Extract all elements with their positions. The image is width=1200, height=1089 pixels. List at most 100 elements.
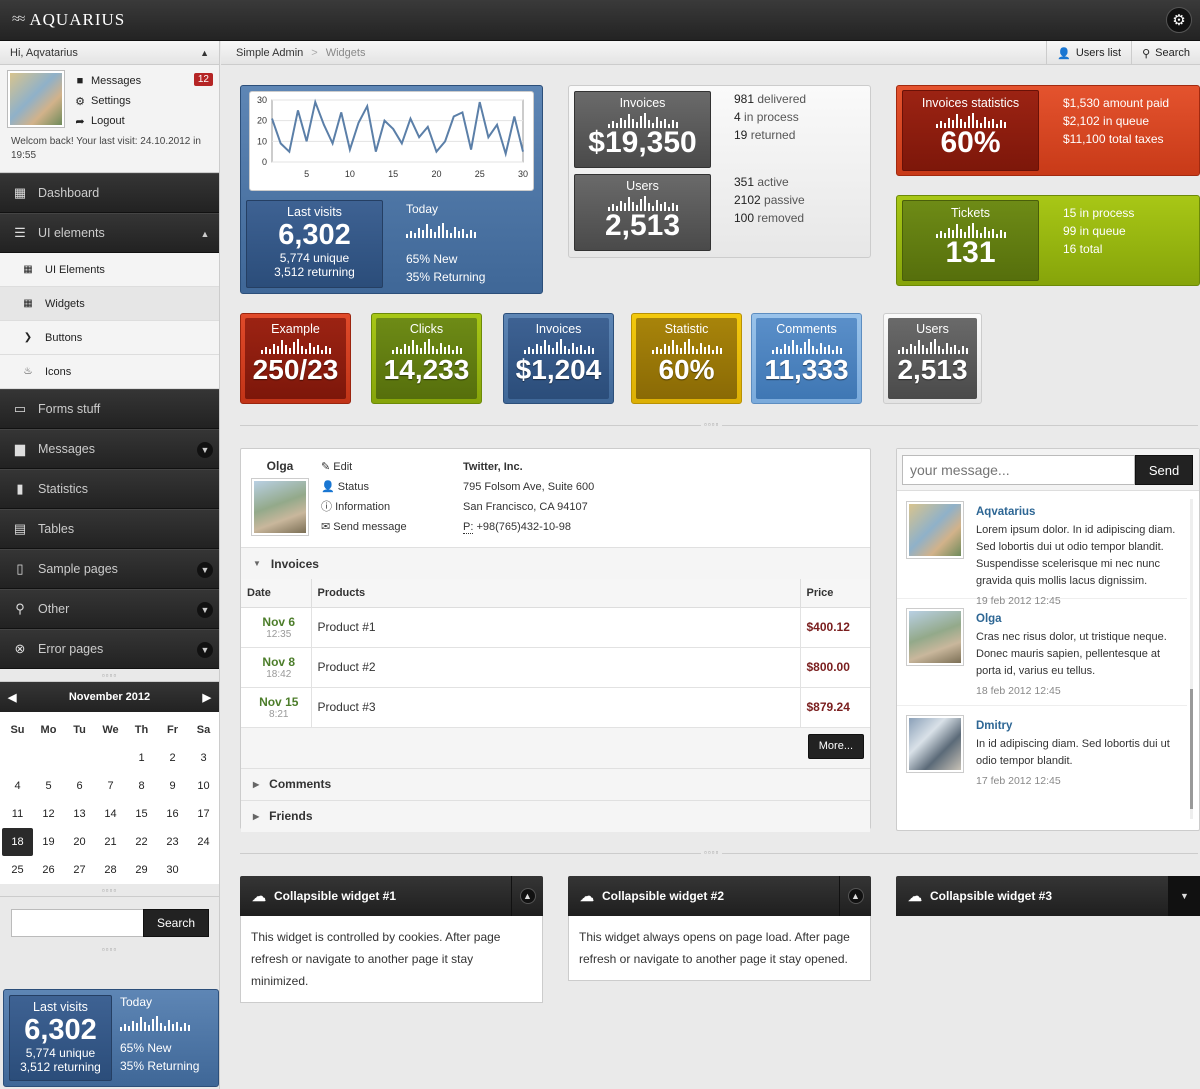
calendar-day[interactable]: 10 — [188, 772, 219, 800]
chevron-up-icon[interactable]: ▲ — [200, 48, 209, 58]
calendar-day[interactable]: 29 — [126, 856, 157, 884]
calendar-day[interactable]: 16 — [157, 800, 188, 828]
spark-bar — [655, 347, 658, 354]
invoices-statistics-counter[interactable]: Invoices statistics 60% — [902, 90, 1039, 171]
calendar-day[interactable]: 17 — [188, 800, 219, 828]
sub-widgets[interactable]: ▦ Widgets — [0, 287, 219, 321]
nav-ui-elements[interactable]: ☰ UI elements ▲ — [0, 213, 219, 253]
nav-forms[interactable]: ▭ Forms stuff — [0, 389, 219, 429]
more-button[interactable]: More... — [807, 733, 864, 759]
user-box: ■ Messages ⚙ Settings ➦ Logout 12 Welcom ba… — [0, 65, 219, 173]
calendar-day[interactable]: 27 — [64, 856, 95, 884]
company-address: Twitter, Inc. 795 Folsom Ave, Suite 600 … — [463, 461, 595, 534]
calendar-day[interactable]: 14 — [95, 800, 126, 828]
users-list-button[interactable]: 👤 Users list — [1046, 41, 1131, 65]
tile-statistic[interactable]: Statistic 60% — [631, 313, 742, 404]
nav-messages[interactable]: ▆ Messages ▼ — [0, 429, 219, 469]
calendar-day[interactable]: 22 — [126, 828, 157, 856]
collapse-toggle[interactable]: ▲ — [511, 876, 543, 916]
calendar-day[interactable]: 19 — [33, 828, 64, 856]
tile-comments[interactable]: Comments 11,333 — [751, 313, 862, 404]
logout-link[interactable]: ➦ Logout — [74, 111, 141, 131]
sub-buttons[interactable]: ❯ Buttons — [0, 321, 219, 355]
calendar-day[interactable]: 2 — [157, 744, 188, 772]
calendar-day[interactable]: 11 — [2, 800, 33, 828]
app-logo[interactable]: ≈≈ AQUARIUS — [12, 10, 125, 30]
settings-gear-button[interactable]: ⚙ — [1166, 7, 1192, 33]
chevron-down-icon[interactable]: ▼ — [197, 642, 213, 658]
calendar-day[interactable]: 8 — [126, 772, 157, 800]
profile-send-message-link[interactable]: ✉ Send message — [321, 517, 407, 537]
nav-sample-pages[interactable]: ▯ Sample pages ▼ — [0, 549, 219, 589]
tile-example[interactable]: Example 250/23 — [240, 313, 351, 404]
accordion-comments[interactable]: ▶ Comments — [241, 767, 870, 800]
invoices-counter[interactable]: Invoices $19,350 — [574, 91, 711, 168]
calendar-day[interactable]: 26 — [33, 856, 64, 884]
settings-link[interactable]: ⚙ Settings — [74, 91, 141, 111]
chevron-down-icon[interactable]: ▼ — [197, 602, 213, 618]
profile-status-link[interactable]: 👤 Status — [321, 477, 407, 497]
spark-bar — [811, 346, 814, 354]
search-button[interactable]: ⚲ Search — [1131, 41, 1200, 65]
accordion-friends[interactable]: ▶ Friends — [241, 799, 870, 832]
calendar-day[interactable]: 25 — [2, 856, 33, 884]
calendar-day[interactable]: 21 — [95, 828, 126, 856]
calendar-day[interactable]: 18 — [2, 828, 33, 856]
calendar-day[interactable]: 12 — [33, 800, 64, 828]
drag-handle[interactable]: ▫▫▫▫ — [0, 669, 219, 681]
nav-error-pages[interactable]: ⊗ Error pages ▼ — [0, 629, 219, 669]
users-counter[interactable]: Users 2,513 — [574, 174, 711, 251]
collapse-toggle[interactable]: ▲ — [839, 876, 871, 916]
chevron-down-icon[interactable]: ▼ — [197, 442, 213, 458]
chat-send-button[interactable]: Send — [1135, 455, 1193, 485]
accordion-invoices[interactable]: ▼ Invoices — [241, 547, 870, 579]
chevron-down-icon[interactable]: ▼ — [197, 562, 213, 578]
sub-icons[interactable]: ♨ Icons — [0, 355, 219, 389]
nav-tables[interactable]: ▤ Tables — [0, 509, 219, 549]
calendar-day[interactable]: 3 — [188, 744, 219, 772]
nav-dashboard[interactable]: ▦ Dashboard — [0, 173, 219, 213]
drag-handle[interactable]: ▫▫▫▫ — [0, 884, 219, 896]
calendar-day[interactable]: 9 — [157, 772, 188, 800]
drag-handle[interactable]: ▫▫▫▫ — [0, 943, 219, 955]
calendar-day[interactable]: 7 — [95, 772, 126, 800]
chevron-up-icon[interactable]: ▲ — [197, 226, 213, 242]
sidebar-search-button[interactable]: Search — [143, 909, 209, 937]
drag-handle[interactable]: ▫▫▫▫ — [701, 420, 723, 429]
calendar-day[interactable]: 30 — [157, 856, 188, 884]
calendar-day[interactable]: 20 — [64, 828, 95, 856]
tile-users[interactable]: Users 2,513 — [883, 313, 982, 404]
chat-message-input[interactable] — [902, 455, 1135, 485]
drag-handle[interactable]: ▫▫▫▫ — [701, 848, 723, 857]
greeting-bar[interactable]: Hi, Aqvatarius ▲ — [0, 41, 219, 65]
profile-information-link[interactable]: ⓘ Information — [321, 497, 407, 517]
sub-ui-elements[interactable]: ▦ UI Elements — [0, 253, 219, 287]
messages-link[interactable]: ■ Messages — [74, 71, 141, 91]
calendar-day[interactable]: 13 — [64, 800, 95, 828]
breadcrumb-root[interactable]: Simple Admin — [236, 47, 303, 59]
calendar-day[interactable]: 15 — [126, 800, 157, 828]
chat-author[interactable]: Aqvatarius — [976, 504, 1176, 521]
calendar-day[interactable]: 1 — [126, 744, 157, 772]
tile-invoices[interactable]: Invoices $1,204 — [503, 313, 614, 404]
calendar-day[interactable]: 6 — [64, 772, 95, 800]
calendar-prev-button[interactable]: ◀ — [8, 691, 16, 704]
sidebar-search-input[interactable] — [11, 909, 143, 937]
tile-clicks[interactable]: Clicks 14,233 — [371, 313, 482, 404]
calendar-day[interactable]: 28 — [95, 856, 126, 884]
tickets-counter[interactable]: Tickets 131 — [902, 200, 1039, 281]
chat-author[interactable]: Dmitry — [976, 718, 1176, 735]
spark-bar — [438, 226, 440, 238]
calendar-day[interactable]: 4 — [2, 772, 33, 800]
profile-edit-link[interactable]: ✎ Edit — [321, 457, 407, 477]
calendar-day[interactable]: 24 — [188, 828, 219, 856]
nav-other[interactable]: ⚲ Other ▼ — [0, 589, 219, 629]
spark-bar — [188, 1025, 190, 1031]
chat-scrollbar[interactable] — [1190, 499, 1193, 819]
nav-statistics[interactable]: ▮ Statistics — [0, 469, 219, 509]
calendar-day[interactable]: 23 — [157, 828, 188, 856]
chat-author[interactable]: Olga — [976, 611, 1176, 628]
calendar-day[interactable]: 5 — [33, 772, 64, 800]
expand-toggle[interactable]: ▼ — [1168, 876, 1200, 916]
calendar-next-button[interactable]: ▶ — [203, 691, 211, 704]
